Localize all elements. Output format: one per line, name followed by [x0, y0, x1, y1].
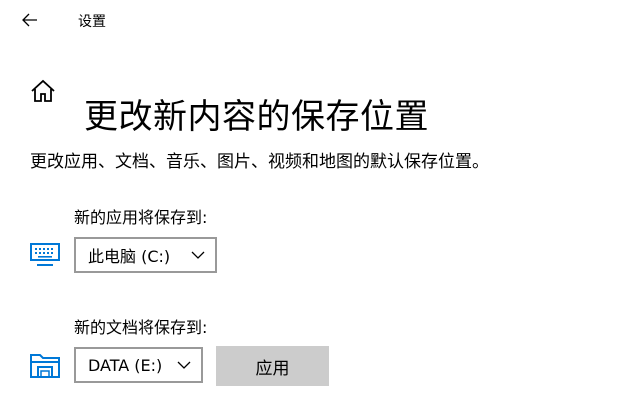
chevron-down-icon [191, 251, 205, 259]
docs-location-value: DATA (E:) [88, 355, 163, 375]
window-title: 设置 [78, 14, 106, 30]
page-description: 更改应用、文档、音乐、图片、视频和地图的默认保存位置。 [30, 152, 489, 172]
apps-location-value: 此电脑 (C:) [88, 247, 171, 266]
docs-location-dropdown[interactable]: DATA (E:) [74, 347, 203, 383]
monitor-icon [30, 243, 60, 266]
home-icon[interactable] [30, 78, 56, 104]
folder-icon [30, 354, 60, 378]
chevron-down-icon [177, 361, 191, 369]
settings-page: 设置 更改新内容的保存位置 更改应用、文档、音乐、图片、视频和地图的默认保存位置… [0, 0, 622, 412]
apps-save-label: 新的应用将保存到: [74, 208, 208, 227]
docs-save-label: 新的文档将保存到: [74, 318, 208, 337]
apps-location-dropdown[interactable]: 此电脑 (C:) [74, 237, 217, 273]
back-button[interactable] [14, 6, 46, 34]
apply-button[interactable]: 应用 [216, 346, 329, 386]
title-bar: 设置 [0, 0, 622, 40]
page-title: 更改新内容的保存位置 [84, 96, 429, 137]
back-arrow-icon [22, 13, 37, 27]
